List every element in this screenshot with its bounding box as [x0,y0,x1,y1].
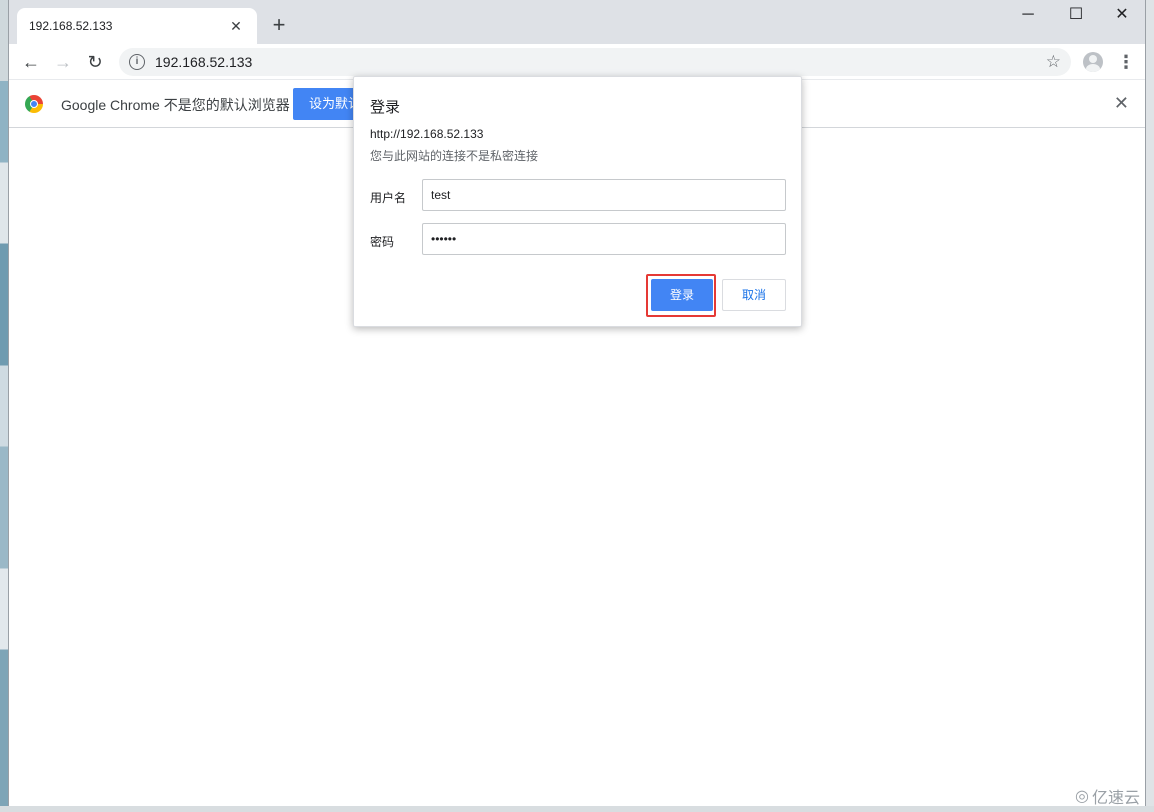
dialog-url: http://192.168.52.133 [370,127,484,141]
address-bar[interactable]: i 192.168.52.133 ☆ [119,48,1071,76]
new-tab-button[interactable]: + [265,12,293,40]
reload-button[interactable]: ↻ [81,48,109,76]
active-tab[interactable]: 192.168.52.133 ✕ [17,8,257,44]
browser-toolbar: ← → ↻ i 192.168.52.133 ☆ ⋮ [9,44,1145,80]
desktop-background-bottom [0,806,1154,812]
username-field[interactable]: test [422,179,786,211]
dialog-title: 登录 [370,99,401,116]
chrome-logo-icon [25,95,43,113]
bookmark-star-icon[interactable]: ☆ [1046,52,1061,72]
url-text[interactable]: 192.168.52.133 [155,54,1046,70]
infobar-message: Google Chrome 不是您的默认浏览器 [61,97,290,113]
desktop-background-right [1146,0,1154,812]
browser-window: 192.168.52.133 ✕ + ─ ☐ ✕ ← → ↻ i 192.168… [8,0,1146,806]
close-window-button[interactable]: ✕ [1099,2,1145,30]
watermark-logo-icon: ◎ [1075,788,1089,805]
cancel-button[interactable]: 取消 [722,279,786,311]
password-label: 密码 [370,235,395,249]
tab-title: 192.168.52.133 [29,19,113,33]
username-label: 用户名 [370,191,407,205]
login-button[interactable]: 登录 [651,279,713,311]
tab-close-icon[interactable]: ✕ [227,18,245,35]
watermark-text: 亿速云 [1091,790,1140,807]
maximize-button[interactable]: ☐ [1053,2,1099,30]
watermark: ◎ 亿速云 [1075,784,1140,808]
forward-button[interactable]: → [49,48,77,76]
tab-strip: 192.168.52.133 ✕ + ─ ☐ ✕ [9,0,1145,44]
login-dialog: 登录 http://192.168.52.133 您与此网站的连接不是私密连接 … [353,76,802,327]
infobar-close-icon[interactable]: ✕ [1114,93,1129,114]
desktop-background-left [0,0,8,812]
back-button[interactable]: ← [17,48,45,76]
profile-avatar-icon[interactable] [1083,52,1103,72]
site-info-icon[interactable]: i [129,54,145,70]
password-field[interactable]: •••••• [422,223,786,255]
minimize-button[interactable]: ─ [1005,2,1051,30]
dialog-connection-warning: 您与此网站的连接不是私密连接 [370,149,539,163]
chrome-menu-icon[interactable]: ⋮ [1117,48,1135,76]
